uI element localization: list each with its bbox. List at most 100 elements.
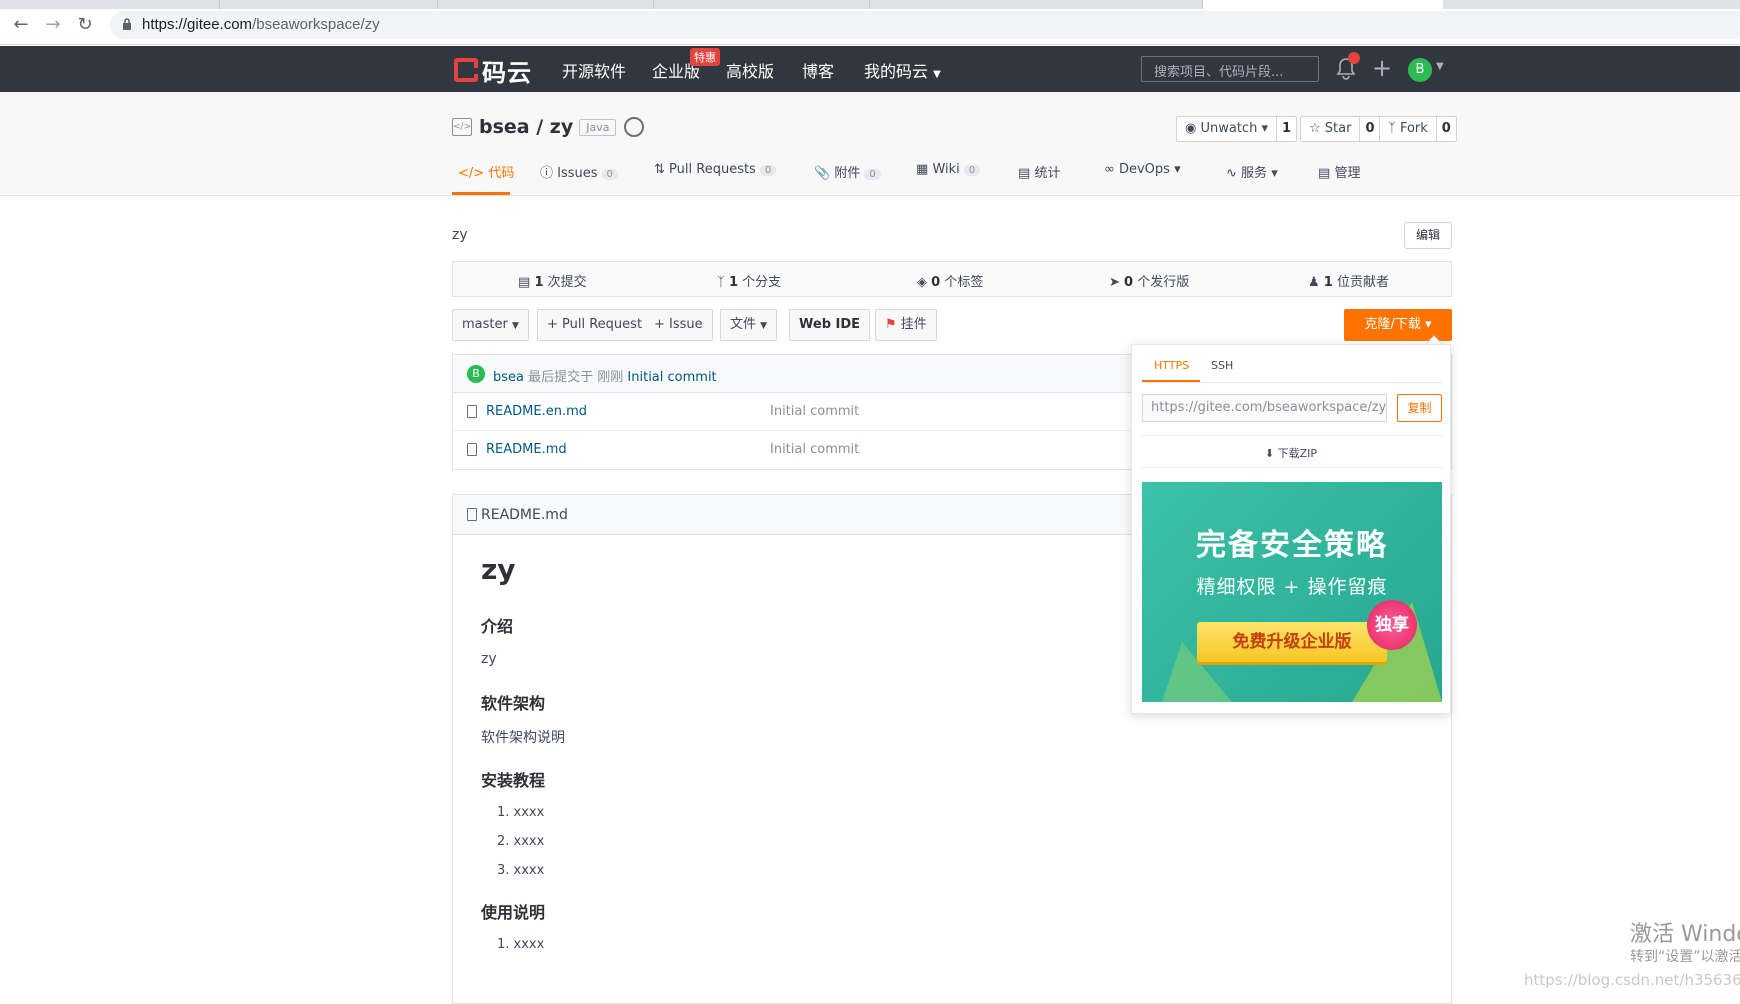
unwatch-button[interactable]: ◉ Unwatch ▾ 1 <box>1176 116 1298 142</box>
user-avatar[interactable]: B <box>1408 58 1432 82</box>
tab-ssh[interactable]: SSH <box>1211 359 1233 372</box>
readme-section-title: 软件架构 <box>481 694 546 713</box>
file-commit-message[interactable]: Initial commit <box>770 442 859 457</box>
web-ide-button[interactable]: Web IDE <box>789 309 871 341</box>
file-icon <box>467 443 477 456</box>
promo-subtitle: 精细权限 + 操作留痕 <box>1196 576 1388 598</box>
stat-tags[interactable]: ◈ 0 个标签 <box>917 271 983 290</box>
edit-button[interactable]: 编辑 <box>1404 222 1452 249</box>
browser-tab-active[interactable] <box>1203 0 1443 9</box>
gitee-logo[interactable]: 码云 <box>454 55 532 87</box>
fork-count[interactable]: 0 <box>1435 117 1456 141</box>
fork-button[interactable]: ᛉ Fork 0 <box>1379 116 1457 142</box>
readme-section-title: 使用说明 <box>481 903 546 922</box>
readme-list-item: 2. xxxx <box>497 834 545 849</box>
tab-devops[interactable]: ∞ DevOps ▾ <box>1104 162 1181 177</box>
browser-tab[interactable] <box>870 0 1203 9</box>
browser-tab[interactable] <box>438 0 654 9</box>
nav-my-gitee[interactable]: 我的码云 ▼ <box>864 58 941 82</box>
tab-services-label: 服务 <box>1241 166 1268 181</box>
source-watermark: https://blog.csdn.net/h356363 <box>1524 971 1740 989</box>
pulse-icon: ∿ <box>1226 166 1237 181</box>
file-link[interactable]: README.md <box>486 442 567 457</box>
clone-download-button[interactable]: 克隆/下载 ▾ <box>1344 309 1452 341</box>
stat-branches[interactable]: ᛉ 1 个分支 <box>717 271 781 290</box>
address-bar[interactable]: https://gitee.com/bseaworkspace/zy <box>110 11 1740 39</box>
code-icon: </> <box>458 166 485 181</box>
chevron-down-icon[interactable]: ▼ <box>1436 61 1444 72</box>
tab-issues[interactable]: ⓘ Issues 0 <box>540 162 618 181</box>
search-input[interactable]: 搜索项目、代码片段... <box>1141 56 1319 82</box>
tab-code[interactable]: </> 代码 <box>458 162 514 181</box>
divider <box>1142 467 1442 468</box>
chevron-down-icon: ▼ <box>933 69 941 80</box>
tab-stats[interactable]: ▤ 统计 <box>1018 162 1060 181</box>
tab-issues-label: Issues <box>557 166 598 181</box>
nav-university[interactable]: 高校版 <box>726 58 774 82</box>
copy-button[interactable]: 复制 <box>1397 394 1442 422</box>
forward-arrow-icon[interactable]: → <box>42 14 64 36</box>
plus-icon[interactable]: + <box>1372 54 1392 82</box>
commit-meta: 最后提交于 刚刚 <box>524 370 628 385</box>
star-button[interactable]: ☆ Star 0 <box>1300 116 1381 142</box>
file-link[interactable]: README.en.md <box>486 404 587 419</box>
stat-tags-num: 0 <box>931 275 941 290</box>
active-tab-underline <box>452 192 510 195</box>
promo-upgrade-button[interactable]: 免费升级企业版 <box>1197 622 1387 662</box>
commit-author[interactable]: bsea <box>493 370 524 385</box>
windows-activation-hint: 转到“设置”以激活 <box>1630 949 1740 965</box>
browser-tab[interactable] <box>654 0 870 9</box>
active-tab-underline <box>1142 380 1200 382</box>
back-arrow-icon[interactable]: ← <box>10 14 32 36</box>
nav-blog[interactable]: 博客 <box>802 58 834 82</box>
star-count[interactable]: 0 <box>1359 117 1379 141</box>
unwatch-count[interactable]: 1 <box>1276 117 1296 141</box>
commit-message[interactable]: Initial commit <box>627 370 716 385</box>
widget-button[interactable]: ⚑ 挂件 <box>875 309 937 341</box>
stat-contributors-num: 1 <box>1323 275 1333 290</box>
language-tag[interactable]: Java <box>579 118 617 136</box>
browser-tab[interactable] <box>0 0 220 9</box>
stat-contributors[interactable]: ♟ 1 位贡献者 <box>1308 271 1389 290</box>
url-host: https://gitee.com <box>142 16 253 33</box>
tab-pull-requests[interactable]: ⇅ Pull Requests 0 <box>654 162 777 177</box>
nav-open-source[interactable]: 开源软件 <box>562 58 626 82</box>
branch-select[interactable]: master ▼ <box>452 309 529 341</box>
reload-icon[interactable]: ↻ <box>74 14 96 36</box>
new-issue-button[interactable]: + Issue <box>645 309 713 341</box>
tab-wiki[interactable]: ▦ Wiki 0 <box>916 162 981 177</box>
new-pull-request-button[interactable]: + Pull Request <box>537 309 653 341</box>
tab-manage-label: 管理 <box>1334 166 1361 181</box>
stat-commits[interactable]: ▤ 1 次提交 <box>518 271 587 290</box>
bar-chart-icon: ▤ <box>1018 166 1031 181</box>
repo-description: zy <box>452 227 468 243</box>
clone-dropdown: HTTPS SSH https://gitee.com/bseaworkspac… <box>1131 344 1451 714</box>
chevron-down-icon: ▼ <box>511 321 519 331</box>
tab-attachments[interactable]: 📎 附件 0 <box>814 162 881 181</box>
download-zip-link[interactable]: ⬇ 下载ZIP <box>1132 445 1450 461</box>
file-dropdown[interactable]: 文件 ▼ <box>720 309 778 341</box>
clone-url-input[interactable]: https://gitee.com/bseaworkspace/zy.git <box>1142 394 1387 422</box>
repo-stats: ▤ 1 次提交 ᛉ 1 个分支 ◈ 0 个标签 ➤ 0 个发行版 ♟ 1 位贡献… <box>452 261 1452 297</box>
promo-banner[interactable]: 完备安全策略 精细权限 + 操作留痕 免费升级企业版 独享 <box>1142 482 1442 702</box>
settings-doc-icon: ▤ <box>1318 166 1331 181</box>
repo-name[interactable]: bsea / zy <box>479 116 573 138</box>
stat-releases[interactable]: ➤ 0 个发行版 <box>1109 271 1189 290</box>
repo-title: </> bsea / zy Java <box>452 116 645 138</box>
clone-label: 克隆/下载 <box>1364 317 1421 332</box>
readme-h1: zy <box>481 553 516 586</box>
tab-services[interactable]: ∿ 服务 ▾ <box>1226 162 1278 181</box>
badge-icon[interactable] <box>624 117 645 137</box>
tab-manage[interactable]: ▤ 管理 <box>1318 162 1360 181</box>
file-label: 文件 <box>730 317 757 332</box>
download-icon: ⬇ <box>1264 447 1275 460</box>
tab-https[interactable]: HTTPS <box>1154 359 1189 372</box>
paperclip-icon: 📎 <box>814 166 831 181</box>
commit-avatar[interactable]: B <box>467 365 485 383</box>
send-icon: ➤ <box>1109 275 1120 290</box>
star-label: ☆ Star <box>1309 121 1352 136</box>
browser-tab[interactable] <box>220 0 438 9</box>
hot-badge: 特惠 <box>690 48 720 66</box>
file-commit-message[interactable]: Initial commit <box>770 404 859 419</box>
commit-summary: bsea 最后提交于 刚刚 Initial commit <box>493 366 717 385</box>
